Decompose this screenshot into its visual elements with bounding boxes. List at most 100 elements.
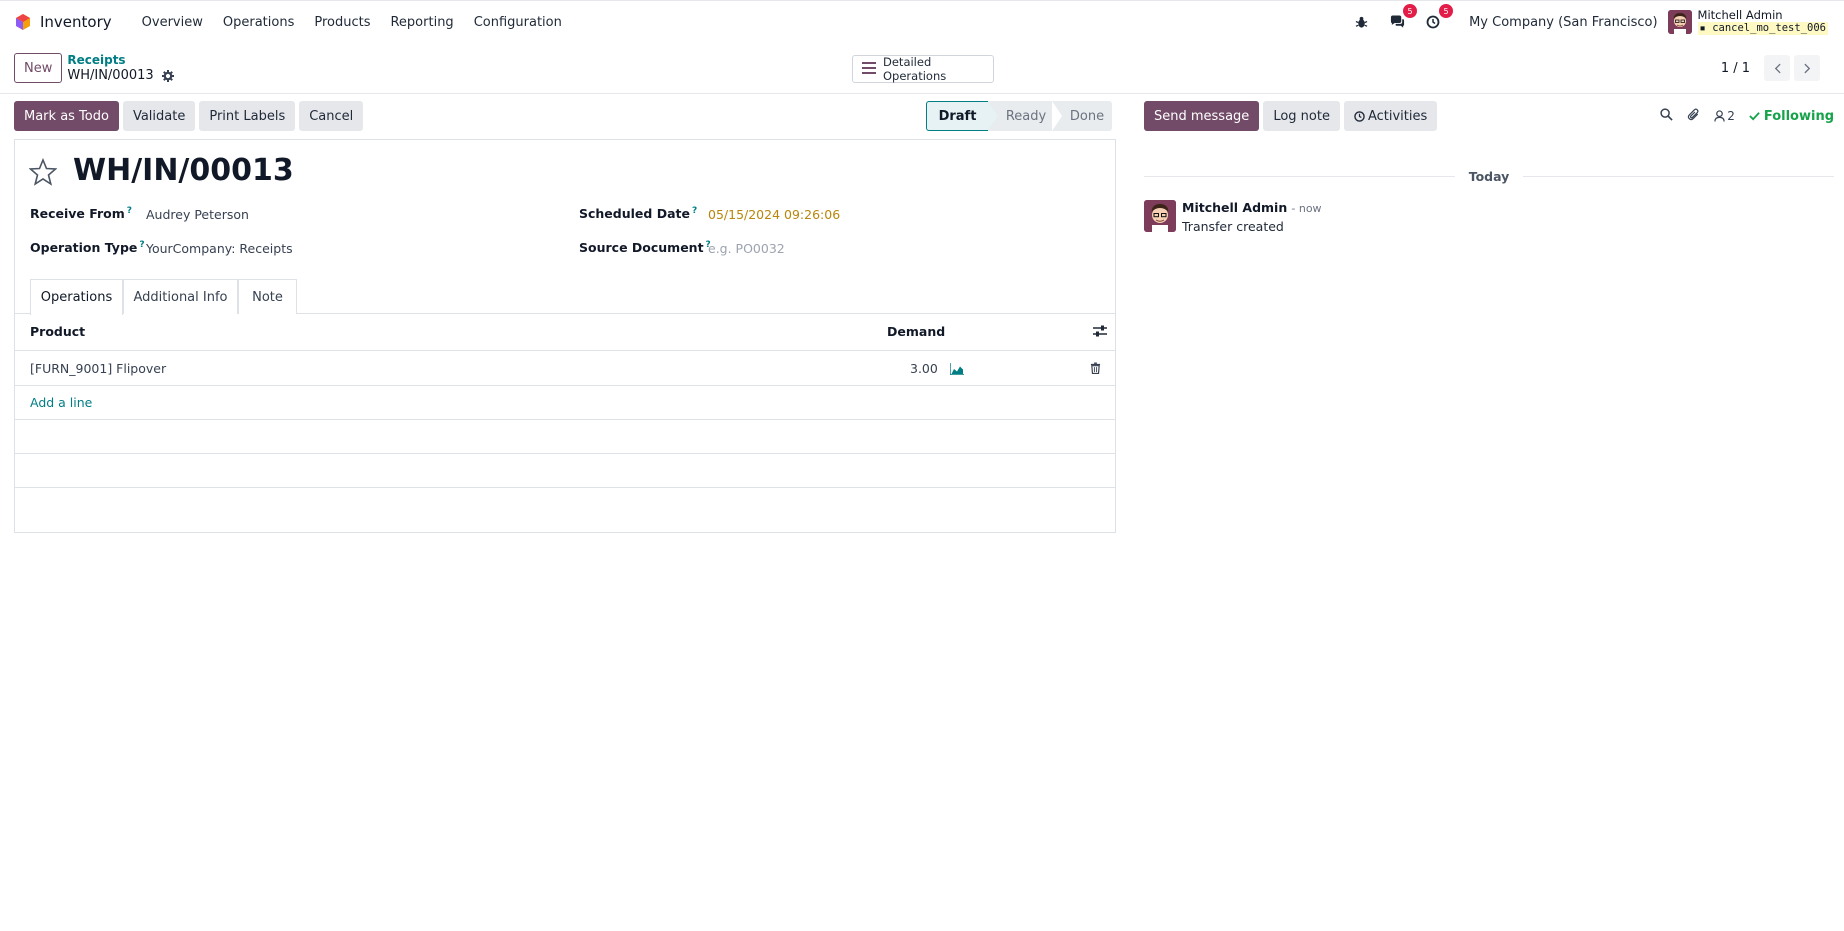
- user-menu[interactable]: Mitchell Admin ▪ cancel_mo_test_006: [1667, 8, 1828, 35]
- empty-table-row: [15, 454, 1115, 488]
- date-separator-label: Today: [1468, 168, 1510, 184]
- clock-icon: [1354, 110, 1365, 122]
- form-action-buttons: Mark as Todo Validate Print Labels Cance…: [14, 101, 364, 131]
- followers-button[interactable]: 2: [1714, 109, 1735, 123]
- validate-button[interactable]: Validate: [122, 101, 196, 131]
- chatter-topbar: Send message Log note Activities: [1144, 101, 1438, 131]
- form-sheet: WH/IN/00013 Receive From? Audrey Peterso…: [14, 139, 1116, 533]
- search-icon[interactable]: [1660, 107, 1673, 125]
- gear-icon[interactable]: [161, 69, 174, 82]
- company-switcher[interactable]: My Company (San Francisco): [1469, 15, 1657, 30]
- detailed-operations-button[interactable]: Detailed Operations: [852, 55, 994, 83]
- receive-from-label-text: Receive From: [30, 206, 125, 222]
- cancel-button[interactable]: Cancel: [299, 101, 364, 131]
- menu-products[interactable]: Products: [304, 15, 380, 30]
- status-draft-label: Draft: [938, 108, 977, 124]
- check-icon: [1749, 112, 1760, 121]
- table-row[interactable]: [FURN_9001] Flipover 3.00: [15, 350, 1115, 386]
- status-draft[interactable]: Draft: [926, 101, 999, 131]
- menu-reporting[interactable]: Reporting: [380, 15, 463, 30]
- followers-count: 2: [1727, 109, 1735, 123]
- status-done-label: Done: [1069, 108, 1105, 124]
- optional-columns-sliders-icon[interactable]: [1093, 325, 1107, 341]
- breadcrumb-current-row: WH/IN/00013: [67, 68, 174, 83]
- debug-bug-icon[interactable]: [1351, 12, 1371, 32]
- receive-from-help-icon[interactable]: ?: [127, 206, 132, 216]
- add-a-line-link[interactable]: Add a line: [30, 395, 92, 410]
- column-demand[interactable]: Demand: [887, 324, 945, 339]
- separator-line: [1523, 175, 1835, 177]
- mark-as-todo-button[interactable]: Mark as Todo: [14, 101, 119, 131]
- app-name[interactable]: Inventory: [40, 13, 112, 31]
- message-author[interactable]: Mitchell Admin: [1182, 200, 1287, 215]
- separator-line: [1144, 175, 1455, 177]
- operation-type-field[interactable]: YourCompany: Receipts: [146, 241, 293, 256]
- user-name: Mitchell Admin: [1697, 8, 1783, 22]
- detailed-operations-label: Detailed Operations: [883, 55, 947, 83]
- breadcrumb-receipts[interactable]: Receipts: [67, 53, 173, 68]
- message-body: Transfer created: [1182, 219, 1284, 234]
- chevron-right-icon: [1803, 63, 1810, 73]
- menu-operations[interactable]: Operations: [213, 15, 304, 30]
- pager: 1 / 1: [1721, 55, 1820, 81]
- empty-table-row: [15, 420, 1115, 454]
- log-note-button[interactable]: Log note: [1263, 101, 1340, 131]
- source-document-input[interactable]: e.g. PO0032: [708, 241, 785, 256]
- scheduled-date-label-text: Scheduled Date: [579, 206, 690, 222]
- receive-from-field[interactable]: Audrey Peterson: [146, 207, 249, 222]
- activities-badge: 5: [1439, 4, 1454, 18]
- add-line-row: Add a line: [15, 386, 1115, 420]
- user-avatar[interactable]: [1667, 10, 1692, 34]
- scheduled-date-help-icon[interactable]: ?: [692, 206, 697, 216]
- star-favorite-icon[interactable]: [28, 157, 58, 186]
- systray: 5 5 My Company (San Francisco) Mitchell …: [1343, 1, 1828, 43]
- row-product[interactable]: [FURN_9001] Flipover: [30, 361, 166, 376]
- activities-button[interactable]: Activities: [1343, 101, 1438, 131]
- hamburger-list-icon: [862, 61, 876, 77]
- paperclip-attachment-icon[interactable]: [1687, 108, 1700, 125]
- message-content: Mitchell Admin - now Transfer created: [1182, 200, 1322, 234]
- odoo-inventory-logo-icon[interactable]: [14, 13, 32, 31]
- receive-from-label: Receive From?: [30, 206, 132, 221]
- message-author-avatar[interactable]: [1144, 200, 1176, 232]
- source-document-label-text: Source Document: [579, 240, 704, 256]
- message-time: - now: [1291, 202, 1322, 215]
- user-icon: [1714, 110, 1725, 122]
- database-name-text: cancel_mo_test_006: [1712, 22, 1826, 34]
- database-name: ▪ cancel_mo_test_006: [1697, 22, 1828, 35]
- scheduled-date-field[interactable]: 05/15/2024 09:26:06: [708, 207, 840, 222]
- new-button[interactable]: New: [14, 53, 63, 83]
- status-ready-label: Ready: [1005, 108, 1047, 124]
- chevron-left-icon: [1774, 63, 1781, 73]
- messages-chat-icon[interactable]: 5: [1387, 4, 1418, 32]
- forecast-chart-icon[interactable]: [949, 363, 964, 379]
- operation-type-label: Operation Type?: [30, 240, 145, 255]
- pager-value[interactable]: 1 / 1: [1721, 61, 1750, 76]
- column-product[interactable]: Product: [30, 324, 85, 339]
- breadcrumb-current: WH/IN/00013: [67, 68, 154, 83]
- messages-badge: 5: [1403, 4, 1418, 18]
- send-message-button[interactable]: Send message: [1144, 101, 1260, 131]
- control-panel: New Receipts WH/IN/00013 Detailed Operat…: [0, 43, 1844, 94]
- menu-overview[interactable]: Overview: [132, 15, 213, 30]
- message-header: Mitchell Admin - now: [1182, 200, 1322, 216]
- pager-next-button[interactable]: [1794, 55, 1820, 81]
- source-document-label: Source Document?: [579, 240, 711, 255]
- following-button[interactable]: Following: [1749, 109, 1834, 124]
- status-bar: Draft Ready Done: [926, 101, 1112, 131]
- activities-clock-icon[interactable]: 5: [1423, 4, 1454, 32]
- notebook-tabs: Operations Additional Info Note: [15, 279, 1115, 315]
- delete-trash-icon[interactable]: [1090, 362, 1101, 378]
- pager-previous-button[interactable]: [1764, 55, 1790, 81]
- tab-operations[interactable]: Operations: [30, 279, 123, 315]
- tab-additional-info[interactable]: Additional Info: [123, 279, 238, 314]
- menu-configuration[interactable]: Configuration: [464, 15, 572, 30]
- user-info: Mitchell Admin ▪ cancel_mo_test_006: [1697, 8, 1828, 35]
- record-title: WH/IN/00013: [73, 153, 294, 188]
- print-labels-button[interactable]: Print Labels: [199, 101, 296, 131]
- operation-type-help-icon[interactable]: ?: [139, 240, 144, 250]
- row-demand[interactable]: 3.00: [910, 361, 938, 376]
- date-separator: Today: [1144, 166, 1835, 186]
- tab-note[interactable]: Note: [238, 279, 297, 314]
- chatter-topbar-right: 2 Following: [1660, 101, 1834, 131]
